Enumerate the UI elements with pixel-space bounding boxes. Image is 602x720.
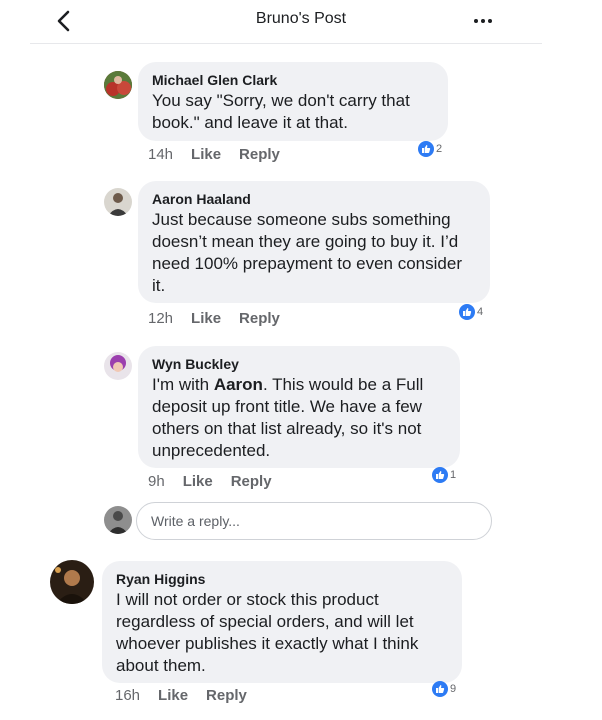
- like-button[interactable]: Like: [158, 687, 188, 704]
- like-button[interactable]: Like: [183, 473, 213, 490]
- avatar-photo-icon: [104, 71, 132, 99]
- comment-author[interactable]: Wyn Buckley: [152, 354, 446, 374]
- reaction-number: 9: [450, 683, 457, 695]
- reaction-count[interactable]: 2: [418, 141, 442, 157]
- comment-bubble: Michael Glen Clark You say "Sorry, we do…: [138, 62, 448, 141]
- like-button[interactable]: Like: [191, 146, 221, 163]
- comment-bubble: Ryan Higgins I will not order or stock t…: [102, 561, 462, 683]
- avatar-photo-icon: [104, 506, 132, 534]
- comment-author[interactable]: Michael Glen Clark: [152, 70, 434, 90]
- like-thumb-icon: [432, 681, 448, 697]
- reply-button[interactable]: Reply: [239, 310, 280, 327]
- comment-meta: 12h Like Reply: [148, 310, 280, 327]
- like-thumb-icon: [432, 467, 448, 483]
- top-bar: Bruno's Post: [0, 0, 602, 44]
- current-user-avatar: [104, 506, 132, 534]
- comment-meta: 9h Like Reply: [148, 473, 272, 490]
- mention-link[interactable]: Aaron: [214, 375, 263, 394]
- avatar[interactable]: [104, 352, 132, 380]
- avatar[interactable]: [50, 560, 94, 604]
- comment-time: 12h: [148, 310, 174, 327]
- reaction-count[interactable]: 4: [459, 304, 483, 320]
- page-title: Bruno's Post: [255, 10, 347, 27]
- comment-bubble: Wyn Buckley I'm with Aaron. This would b…: [138, 346, 460, 468]
- reply-button[interactable]: Reply: [206, 687, 247, 704]
- avatar-photo-icon: [104, 188, 132, 216]
- like-thumb-icon: [459, 304, 475, 320]
- avatar[interactable]: [104, 188, 132, 216]
- reaction-count[interactable]: 9: [432, 681, 456, 697]
- comment-bubble: Aaron Haaland Just because someone subs …: [138, 181, 490, 303]
- avatar[interactable]: [104, 71, 132, 99]
- reaction-count[interactable]: 1: [432, 467, 456, 483]
- like-thumb-icon: [418, 141, 434, 157]
- comment-author[interactable]: Ryan Higgins: [116, 569, 448, 589]
- comment-text: I will not order or stock this product r…: [116, 590, 419, 675]
- comment-text: You say "Sorry, we don't carry that book…: [152, 91, 410, 132]
- more-dots-icon: [474, 19, 478, 23]
- comment-time: 9h: [148, 473, 165, 490]
- comment-meta: 14h Like Reply: [148, 146, 280, 163]
- avatar-photo-icon: [104, 352, 132, 380]
- comment-text: I'm with Aaron. This would be a Full dep…: [152, 375, 424, 460]
- reaction-number: 1: [450, 469, 457, 481]
- comment-text: Just because someone subs something does…: [152, 210, 462, 295]
- comment-meta: 16h Like Reply: [115, 687, 247, 704]
- reaction-number: 4: [477, 306, 484, 318]
- reply-button[interactable]: Reply: [231, 473, 272, 490]
- more-options-button[interactable]: [468, 6, 498, 36]
- reply-button[interactable]: Reply: [239, 146, 280, 163]
- like-button[interactable]: Like: [191, 310, 221, 327]
- comment-time: 16h: [115, 687, 141, 704]
- reply-input[interactable]: [136, 502, 492, 540]
- comment-time: 14h: [148, 146, 174, 163]
- reaction-number: 2: [436, 143, 443, 155]
- avatar-photo-icon: [50, 560, 94, 604]
- comment-author[interactable]: Aaron Haaland: [152, 189, 476, 209]
- header-divider: [30, 43, 542, 44]
